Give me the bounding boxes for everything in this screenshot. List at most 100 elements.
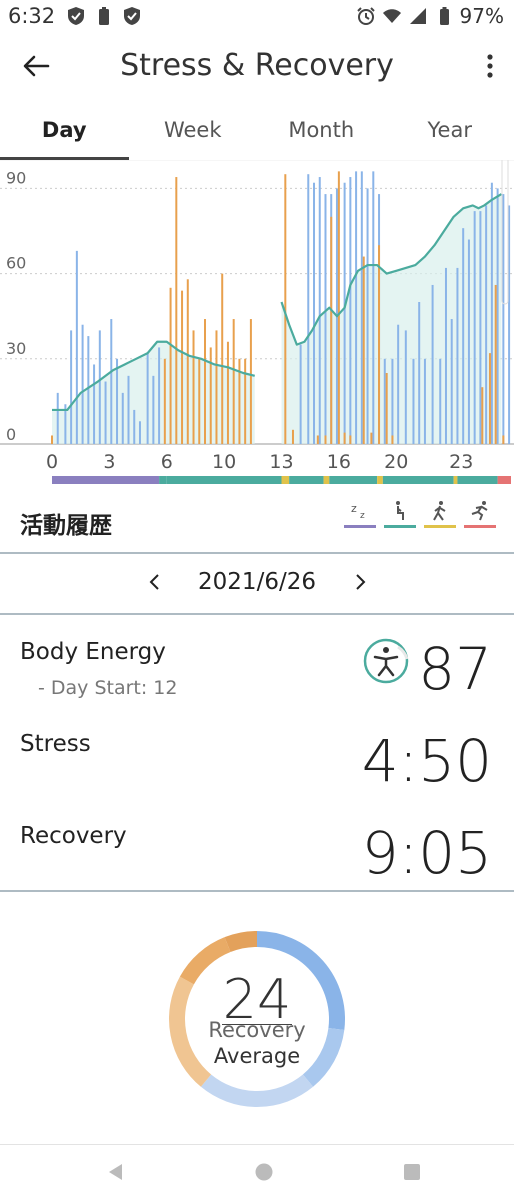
stress-bar <box>232 319 235 444</box>
recovery-bar <box>75 250 78 444</box>
back-triangle-icon[interactable] <box>104 1160 128 1184</box>
stress-bar <box>221 273 224 444</box>
activity-band-segment <box>323 476 330 484</box>
stress-bar <box>330 216 333 444</box>
recovery-label: Recovery <box>20 823 127 849</box>
stress-bar <box>186 279 189 444</box>
recovery-bar <box>496 188 499 444</box>
shield-check-icon <box>124 7 140 25</box>
activity-band-segment <box>289 476 324 484</box>
activity-band-segment <box>166 476 282 484</box>
stress-bar <box>316 435 319 444</box>
stress-bar <box>378 245 381 444</box>
sleep-icon: zz <box>351 502 365 521</box>
recovery-bar <box>502 194 505 444</box>
battery-saver-icon <box>99 7 109 25</box>
legend-walking <box>424 500 456 528</box>
stress-bar <box>494 284 497 444</box>
recovery-bar <box>444 267 447 444</box>
activity-history-header: 活動履歴 zz <box>0 492 514 554</box>
date-navigator: 2021/6/26 <box>0 555 514 615</box>
running-icon <box>471 501 488 521</box>
stress-bar <box>181 290 184 444</box>
stress-bar <box>244 358 247 444</box>
activity-band-segment <box>377 476 383 484</box>
svg-text:z: z <box>360 511 365 521</box>
status-notification-icons <box>66 6 142 26</box>
system-nav-bar <box>0 1146 514 1200</box>
stress-bar <box>175 177 178 444</box>
y-tick-label: 0 <box>6 425 16 444</box>
recovery-bar <box>158 347 161 444</box>
activity-legend: zz <box>344 500 496 528</box>
legend-walking-bar <box>424 525 456 528</box>
tab-month[interactable]: Month <box>257 106 386 160</box>
activity-band-segment <box>382 476 454 484</box>
stress-bar <box>481 387 484 444</box>
recovery-bar <box>383 358 386 444</box>
activity-band-segment <box>281 476 290 484</box>
y-tick-label: 90 <box>6 168 26 187</box>
donut-segment <box>224 931 258 953</box>
recovery-average-card: 24 Recovery Average <box>0 894 514 1145</box>
stress-label: Stress <box>20 731 91 757</box>
legend-sleep: zz <box>344 500 376 528</box>
recovery-bar <box>324 194 327 444</box>
recovery-bar <box>372 171 375 445</box>
walking-icon <box>433 501 446 521</box>
recovery-bar <box>473 211 476 444</box>
recovery-bar <box>450 319 453 444</box>
tab-day[interactable]: Day <box>0 106 129 160</box>
recents-square-icon[interactable] <box>400 1160 424 1184</box>
stress-bar <box>324 435 327 444</box>
x-tick-label: 6 <box>161 451 173 473</box>
x-tick-label: 0 <box>46 451 58 473</box>
stress-bar <box>362 256 365 444</box>
home-circle-icon[interactable] <box>252 1160 276 1184</box>
recovery-bar <box>104 381 107 444</box>
recovery-bar <box>404 330 407 444</box>
more-vertical-icon[interactable] <box>480 48 500 84</box>
stress-bar <box>169 287 172 444</box>
stress-duration: 4:50 <box>361 727 492 795</box>
activity-band-segment <box>453 476 458 484</box>
recovery-bar <box>138 421 141 444</box>
status-bar: 6:32 97% <box>0 0 514 34</box>
app-bar: Stress & Recovery <box>0 34 514 104</box>
recovery-bar <box>462 228 465 444</box>
stress-bar <box>502 435 505 444</box>
legend-running <box>464 500 496 528</box>
tab-year[interactable]: Year <box>386 106 514 160</box>
activity-band-segment <box>159 476 167 484</box>
page-title: Stress & Recovery <box>120 48 394 83</box>
body-energy-day-start: - Day Start: 12 <box>38 677 178 699</box>
y-tick-label: 60 <box>6 254 26 273</box>
current-date: 2021/6/26 <box>198 569 316 595</box>
alarm-icon <box>356 7 375 25</box>
legend-sitting-bar <box>384 525 416 528</box>
recovery-bar <box>146 353 149 444</box>
recovery-bar <box>121 392 124 444</box>
tab-week[interactable]: Week <box>129 106 258 160</box>
recovery-bar <box>70 330 73 444</box>
stress-bar <box>192 330 195 444</box>
y-tick-label: 30 <box>6 339 26 358</box>
x-tick-label: 23 <box>449 451 473 473</box>
recovery-bar <box>366 188 369 444</box>
recovery-bar <box>360 171 363 445</box>
recovery-bar <box>81 324 84 444</box>
recovery-bar <box>87 336 90 444</box>
activity-band-segment <box>457 476 498 484</box>
stress-recovery-chart: 90 60 30 0 0 3 6 10 13 16 20 23 <box>0 160 514 484</box>
shield-check-icon <box>68 7 84 25</box>
activity-band-segment <box>52 476 160 484</box>
stress-bar <box>391 435 394 444</box>
chevron-right-icon[interactable] <box>345 567 375 597</box>
stress-bar <box>51 435 53 444</box>
recovery-average-label-2: Average <box>213 1044 301 1068</box>
recovery-bar <box>479 211 482 444</box>
recovery-bar <box>127 375 130 444</box>
stress-bar <box>215 330 218 444</box>
recovery-bar <box>467 239 470 444</box>
recovery-duration: 9:05 <box>361 819 492 887</box>
